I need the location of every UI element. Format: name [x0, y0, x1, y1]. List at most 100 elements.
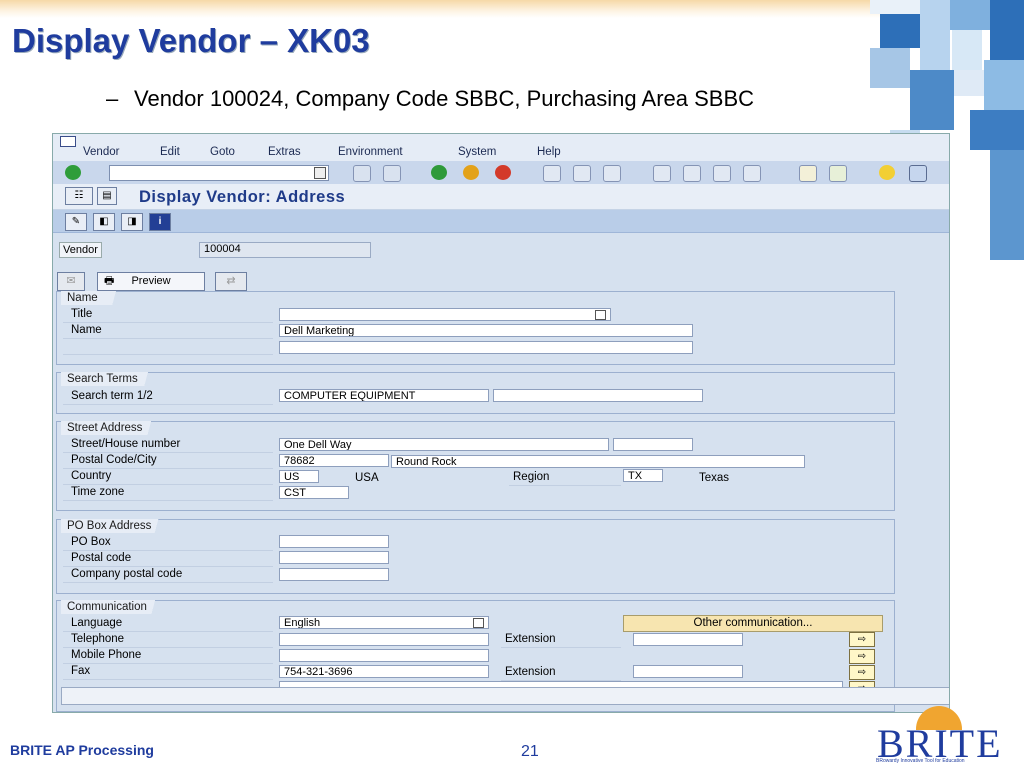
- language-field[interactable]: English: [279, 616, 489, 629]
- print-icon[interactable]: [543, 165, 561, 182]
- save-disabled-icon[interactable]: [383, 165, 401, 182]
- screen-menu-icon[interactable]: ▤: [97, 187, 117, 205]
- name-label: Name: [71, 324, 102, 336]
- country-name: USA: [355, 472, 379, 484]
- layout-menu-icon[interactable]: [909, 165, 927, 182]
- company-postal-field[interactable]: [279, 568, 389, 581]
- mobile-field[interactable]: [279, 649, 489, 662]
- group-search-terms: Search Terms Search term 1/2 COMPUTER EQ…: [56, 372, 895, 414]
- name-2-field[interactable]: [279, 341, 693, 354]
- next-screen-icon[interactable]: ◨: [121, 213, 143, 231]
- timezone-field[interactable]: CST: [279, 486, 349, 499]
- street-label: Street/House number: [71, 438, 181, 450]
- language-row: Language: [63, 616, 273, 632]
- timezone-row: Time zone: [63, 485, 273, 501]
- title-label: Title: [71, 308, 93, 320]
- enter-checkmark-icon[interactable]: [65, 165, 81, 180]
- logo-tagline: BRowardy Innovative Tool for Education: [876, 758, 965, 764]
- menu-help[interactable]: Help: [537, 146, 561, 158]
- name-row-2: [63, 339, 273, 355]
- name-row: Name: [63, 323, 273, 339]
- country-label: Country: [71, 470, 112, 482]
- standard-toolbar: [53, 161, 949, 185]
- find-icon[interactable]: [573, 165, 591, 182]
- envelope-icon[interactable]: ✉: [57, 272, 85, 291]
- menu-extras[interactable]: Extras: [268, 146, 301, 158]
- footer-text: BRITE AP Processing: [10, 742, 154, 758]
- menu-edit[interactable]: Edit: [160, 146, 180, 158]
- menu-environment[interactable]: Environment: [338, 146, 403, 158]
- slide-bullet: – Vendor 100024, Company Code SBBC, Purch…: [106, 86, 754, 112]
- house-number-field[interactable]: [613, 438, 693, 451]
- hierarchy-icon[interactable]: ☷: [65, 187, 93, 205]
- create-session-icon[interactable]: [799, 165, 817, 182]
- title-dropdown-icon[interactable]: [595, 310, 606, 320]
- title-field[interactable]: [279, 308, 611, 321]
- fax-label: Fax: [71, 665, 91, 677]
- title-row: Title: [63, 307, 273, 323]
- menu-vendor[interactable]: Vendor: [83, 146, 119, 158]
- country-code-field[interactable]: US: [279, 470, 319, 483]
- preview-button[interactable]: 🖶 Preview: [97, 272, 205, 291]
- pobox-postal-field[interactable]: [279, 551, 389, 564]
- horizontal-scrollbar[interactable]: [61, 687, 949, 705]
- fax-row: Fax: [63, 664, 273, 680]
- name-field[interactable]: Dell Marketing: [279, 324, 693, 337]
- print-preview-icon: 🖶: [104, 275, 115, 287]
- previous-screen-icon[interactable]: ◧: [93, 213, 115, 231]
- menu-bar: Vendor Edit Goto Extras Environment Syst…: [53, 134, 949, 162]
- fax-more-arrow-icon[interactable]: ⇨: [849, 665, 875, 680]
- fax-extension-field[interactable]: [633, 665, 743, 678]
- slide-bullet-text: Vendor 100024, Company Code SBBC, Purcha…: [134, 86, 755, 111]
- fax-extension-row: Extension: [501, 665, 621, 681]
- search-term-1-field[interactable]: COMPUTER EQUIPMENT: [279, 389, 489, 402]
- postal-code-field[interactable]: 78682: [279, 454, 389, 467]
- info-icon[interactable]: i: [149, 213, 171, 231]
- postal-city-label: Postal Code/City: [71, 454, 157, 466]
- menu-system[interactable]: System: [458, 146, 496, 158]
- command-field[interactable]: [109, 165, 329, 181]
- cancel-icon[interactable]: [495, 165, 511, 180]
- page-number: 21: [521, 743, 539, 760]
- next-page-icon[interactable]: [713, 165, 731, 182]
- save-icon[interactable]: [353, 165, 371, 182]
- mobile-more-arrow-icon[interactable]: ⇨: [849, 649, 875, 664]
- city-field[interactable]: Round Rock: [391, 455, 805, 468]
- first-page-icon[interactable]: [653, 165, 671, 182]
- last-page-icon[interactable]: [743, 165, 761, 182]
- telephone-more-arrow-icon[interactable]: ⇨: [849, 632, 875, 647]
- menu-goto[interactable]: Goto: [210, 146, 235, 158]
- vendor-number-field[interactable]: 100004: [199, 242, 371, 258]
- system-menu-icon[interactable]: [60, 136, 76, 147]
- group-communication-title: Communication: [61, 600, 175, 614]
- search-term-row: Search term 1/2: [63, 389, 273, 405]
- international-version-icon[interactable]: ⇄: [215, 272, 247, 291]
- other-communication-button[interactable]: Other communication...: [623, 615, 883, 632]
- region-label: Region: [513, 471, 550, 483]
- command-dropdown-icon[interactable]: [314, 167, 326, 179]
- find-next-icon[interactable]: [603, 165, 621, 182]
- vendor-label: Vendor: [59, 242, 102, 258]
- back-icon[interactable]: [431, 165, 447, 180]
- search-term-2-field[interactable]: [493, 389, 703, 402]
- help-icon[interactable]: [879, 165, 895, 180]
- mobile-label: Mobile Phone: [71, 649, 142, 661]
- pobox-row: PO Box: [63, 535, 273, 551]
- create-shortcut-icon[interactable]: [829, 165, 847, 182]
- telephone-field[interactable]: [279, 633, 489, 646]
- language-dropdown-icon[interactable]: [473, 618, 484, 628]
- change-display-icon[interactable]: ✎: [65, 213, 87, 231]
- postal-row: Postal Code/City: [63, 453, 273, 469]
- exit-icon[interactable]: [463, 165, 479, 180]
- pobox-field[interactable]: [279, 535, 389, 548]
- previous-page-icon[interactable]: [683, 165, 701, 182]
- fax-field[interactable]: 754-321-3696: [279, 665, 489, 678]
- bullet-dash: –: [106, 86, 119, 111]
- street-field[interactable]: One Dell Way: [279, 438, 609, 451]
- search-term-label: Search term 1/2: [71, 390, 153, 402]
- region-code-field[interactable]: TX: [623, 469, 663, 482]
- screen-title-bar: ☷ ▤ Display Vendor: Address: [53, 184, 949, 210]
- language-label: Language: [71, 617, 123, 629]
- extension-label: Extension: [505, 633, 556, 645]
- extension-field[interactable]: [633, 633, 743, 646]
